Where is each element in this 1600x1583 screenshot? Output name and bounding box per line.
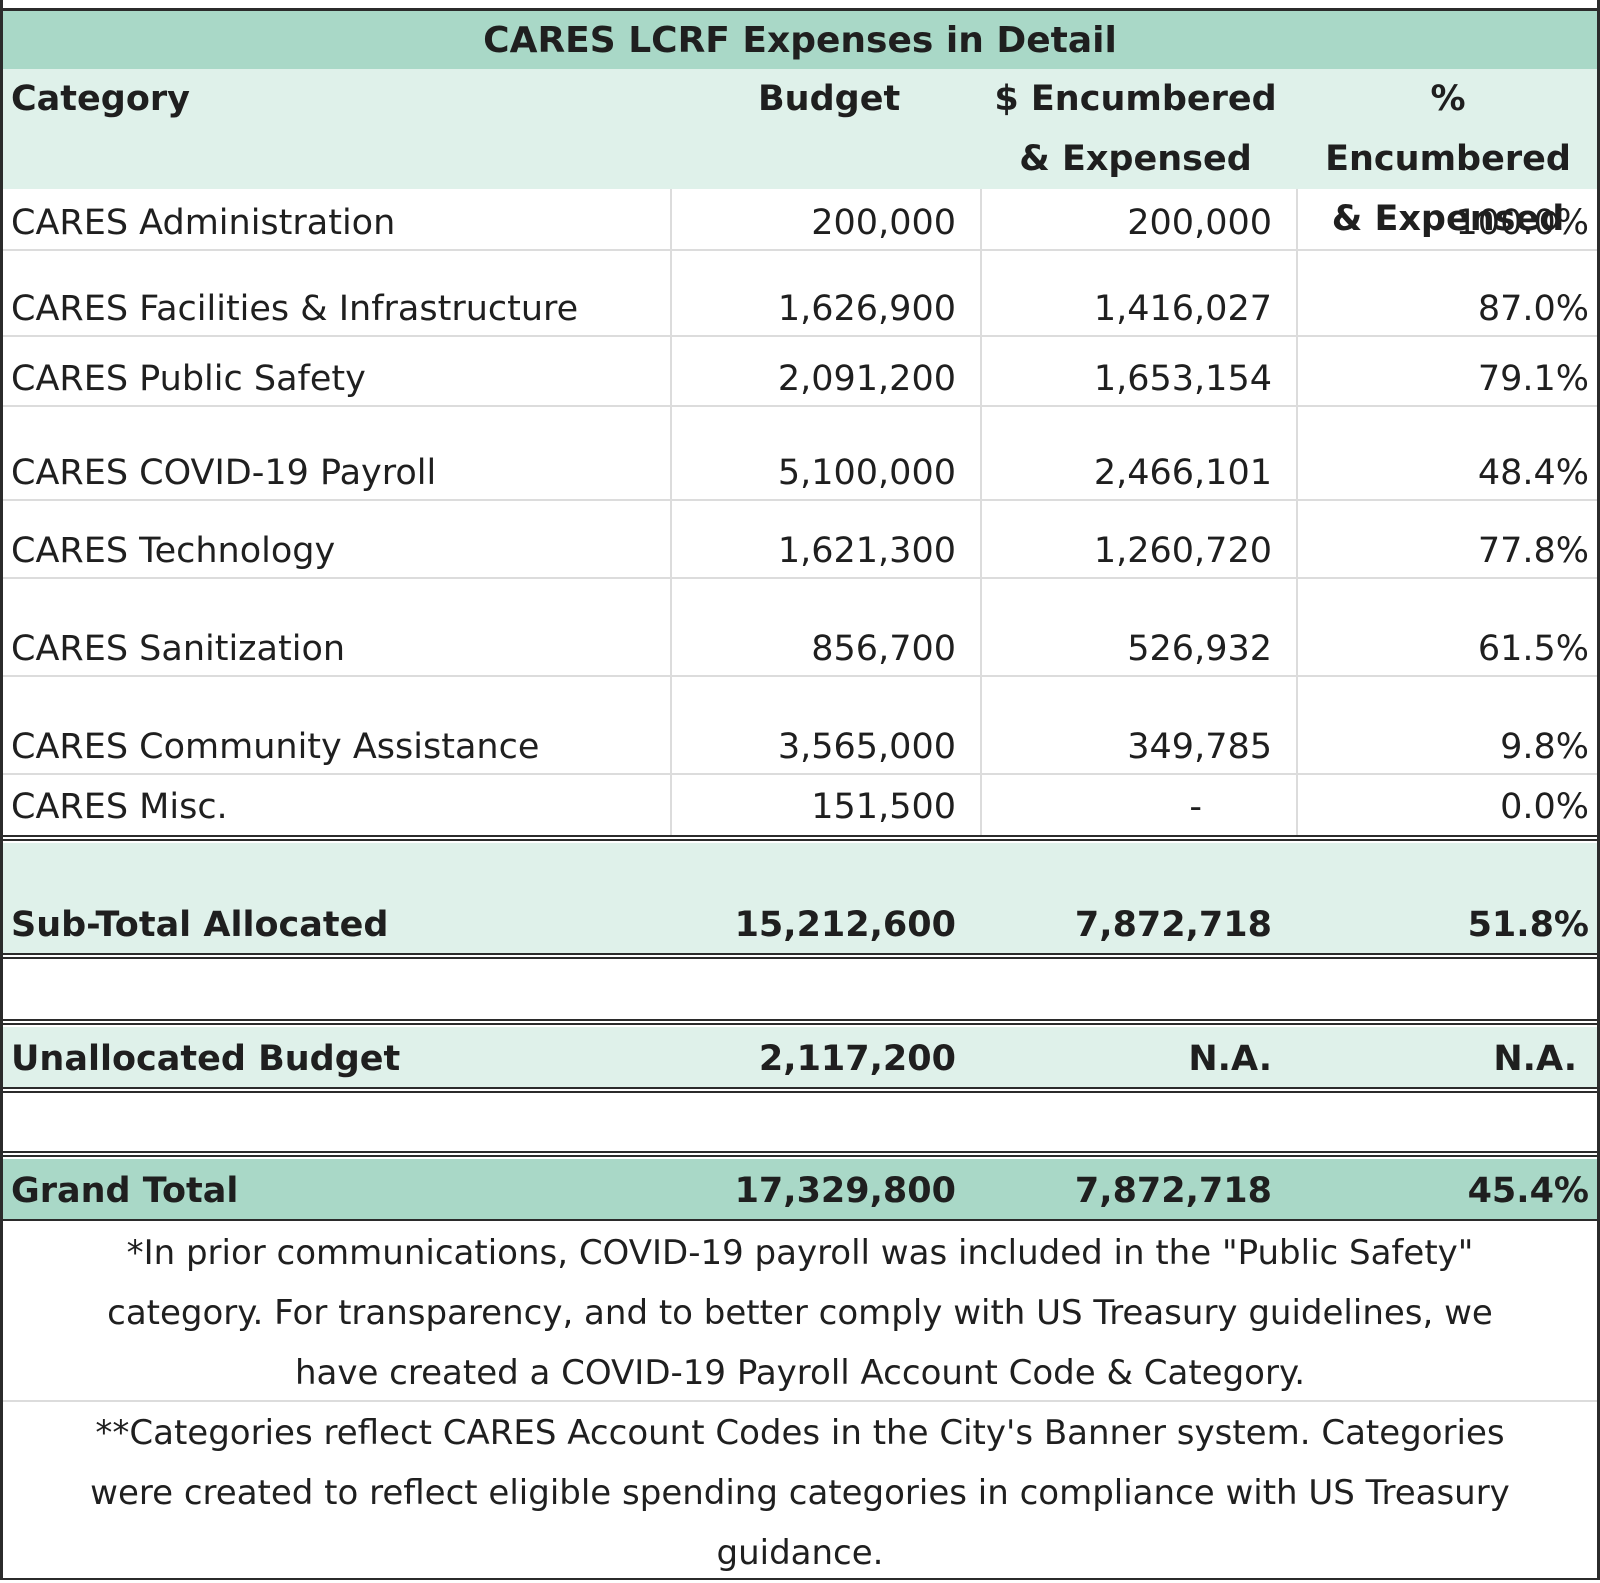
row-budget: 151,500 (811, 787, 956, 827)
unallocated-budget: 2,117,200 (758, 1039, 956, 1079)
footnote-line: guidance. (716, 1533, 884, 1573)
grand-total-pct: 45.4% (1467, 1171, 1589, 1211)
row-category: CARES Public Safety (11, 359, 366, 399)
footnote-line: *In prior communications, COVID-19 payro… (126, 1233, 1474, 1273)
grand-total-row: Grand Total 17,329,800 7,872,718 45.4% (3, 1159, 1597, 1219)
footnote-line: have created a COVID-19 Payroll Account … (294, 1353, 1306, 1393)
row-encumbered: 526,932 (1127, 629, 1272, 669)
table-title: CARES LCRF Expenses in Detail (3, 8, 1597, 69)
expense-table: CARES LCRF Expenses in Detail Category B… (0, 0, 1600, 1580)
header-budget: Budget (758, 79, 901, 119)
row-encumbered: 1,653,154 (1093, 359, 1272, 399)
row-pct: 87.0% (1477, 289, 1589, 329)
row-pct: 77.8% (1477, 531, 1589, 571)
row-pct: 79.1% (1477, 359, 1589, 399)
double-border (3, 1151, 1597, 1157)
row-encumbered: 349,785 (1127, 727, 1272, 767)
grand-total-budget: 17,329,800 (734, 1171, 956, 1211)
grand-total-label: Grand Total (11, 1171, 239, 1211)
header-category: Category (11, 79, 190, 119)
unallocated-row: Unallocated Budget 2,117,200 N.A. N.A. (3, 1027, 1597, 1087)
table-row: CARES Facilities & Infrastructure 1,626,… (3, 251, 1597, 337)
row-encumbered: 1,416,027 (1093, 289, 1272, 329)
row-budget: 3,565,000 (777, 727, 956, 767)
row-category: CARES Facilities & Infrastructure (11, 289, 579, 329)
double-border (3, 953, 1597, 959)
subtotal-encumbered: 7,872,718 (1074, 905, 1272, 945)
row-pct: 48.4% (1477, 453, 1589, 493)
row-category: CARES Technology (11, 531, 336, 571)
grand-total-encumbered: 7,872,718 (1074, 1171, 1272, 1211)
row-pct: 100.0% (1455, 203, 1589, 243)
header-row: Category Budget $ Encumbered & Expensed … (3, 69, 1597, 239)
double-border (3, 1087, 1597, 1093)
grand-total-border (3, 1219, 1597, 1221)
footnote-line: **Categories reflect CARES Account Codes… (95, 1413, 1505, 1453)
header-encumbered-line1: $ Encumbered (994, 79, 1277, 119)
row-pct: 61.5% (1477, 629, 1589, 669)
row-category: CARES Administration (11, 203, 396, 243)
unallocated-pct: N.A. (1493, 1039, 1577, 1079)
row-budget: 1,626,900 (777, 289, 956, 329)
row-encumbered: - (1189, 787, 1202, 827)
row-category: CARES Community Assistance (11, 727, 540, 767)
subtotal-pct: 51.8% (1467, 905, 1589, 945)
row-category: CARES Sanitization (11, 629, 346, 669)
row-category: CARES Misc. (11, 787, 228, 827)
subtotal-budget: 15,212,600 (734, 905, 956, 945)
table-row: CARES Administration 200,000 200,000 100… (3, 189, 1597, 251)
row-encumbered: 200,000 (1127, 203, 1272, 243)
row-pct: 9.8% (1500, 727, 1589, 767)
unallocated-label: Unallocated Budget (11, 1039, 401, 1079)
row-budget: 1,621,300 (777, 531, 956, 571)
footnote-categories: **Categories reflect CARES Account Codes… (13, 1403, 1587, 1583)
footnote-line: category. For transparency, and to bette… (107, 1293, 1493, 1333)
subtotal-label: Sub-Total Allocated (11, 905, 389, 945)
footnote-line: were created to reflect eligible spendin… (90, 1473, 1510, 1513)
row-budget: 856,700 (811, 629, 956, 669)
table-row: CARES COVID-19 Payroll 5,100,000 2,466,1… (3, 407, 1597, 501)
row-encumbered: 2,466,101 (1093, 453, 1272, 493)
footnote-divider (3, 1400, 1597, 1402)
row-budget: 5,100,000 (777, 453, 956, 493)
footnote-payroll: *In prior communications, COVID-19 payro… (13, 1223, 1587, 1403)
table-row: CARES Misc. 151,500 - 0.0% (3, 775, 1597, 833)
table-row: CARES Sanitization 856,700 526,932 61.5% (3, 579, 1597, 677)
row-encumbered: 1,260,720 (1093, 531, 1272, 571)
header-encumbered: $ Encumbered & Expensed (993, 69, 1278, 189)
table-row: CARES Community Assistance 3,565,000 349… (3, 677, 1597, 775)
header-encumbered-line2: & Expensed (1019, 139, 1252, 179)
double-border (3, 835, 1597, 841)
table-row: CARES Public Safety 2,091,200 1,653,154 … (3, 337, 1597, 407)
row-category: CARES COVID-19 Payroll (11, 453, 437, 493)
row-budget: 200,000 (811, 203, 956, 243)
double-border (3, 1019, 1597, 1025)
subtotal-row: Sub-Total Allocated 15,212,600 7,872,718… (3, 843, 1597, 953)
header-pct-line1: % Encumbered (1325, 79, 1571, 179)
row-pct: 0.0% (1500, 787, 1589, 827)
unallocated-encumbered: N.A. (1188, 1039, 1272, 1079)
table-row: CARES Technology 1,621,300 1,260,720 77.… (3, 501, 1597, 579)
row-budget: 2,091,200 (777, 359, 956, 399)
